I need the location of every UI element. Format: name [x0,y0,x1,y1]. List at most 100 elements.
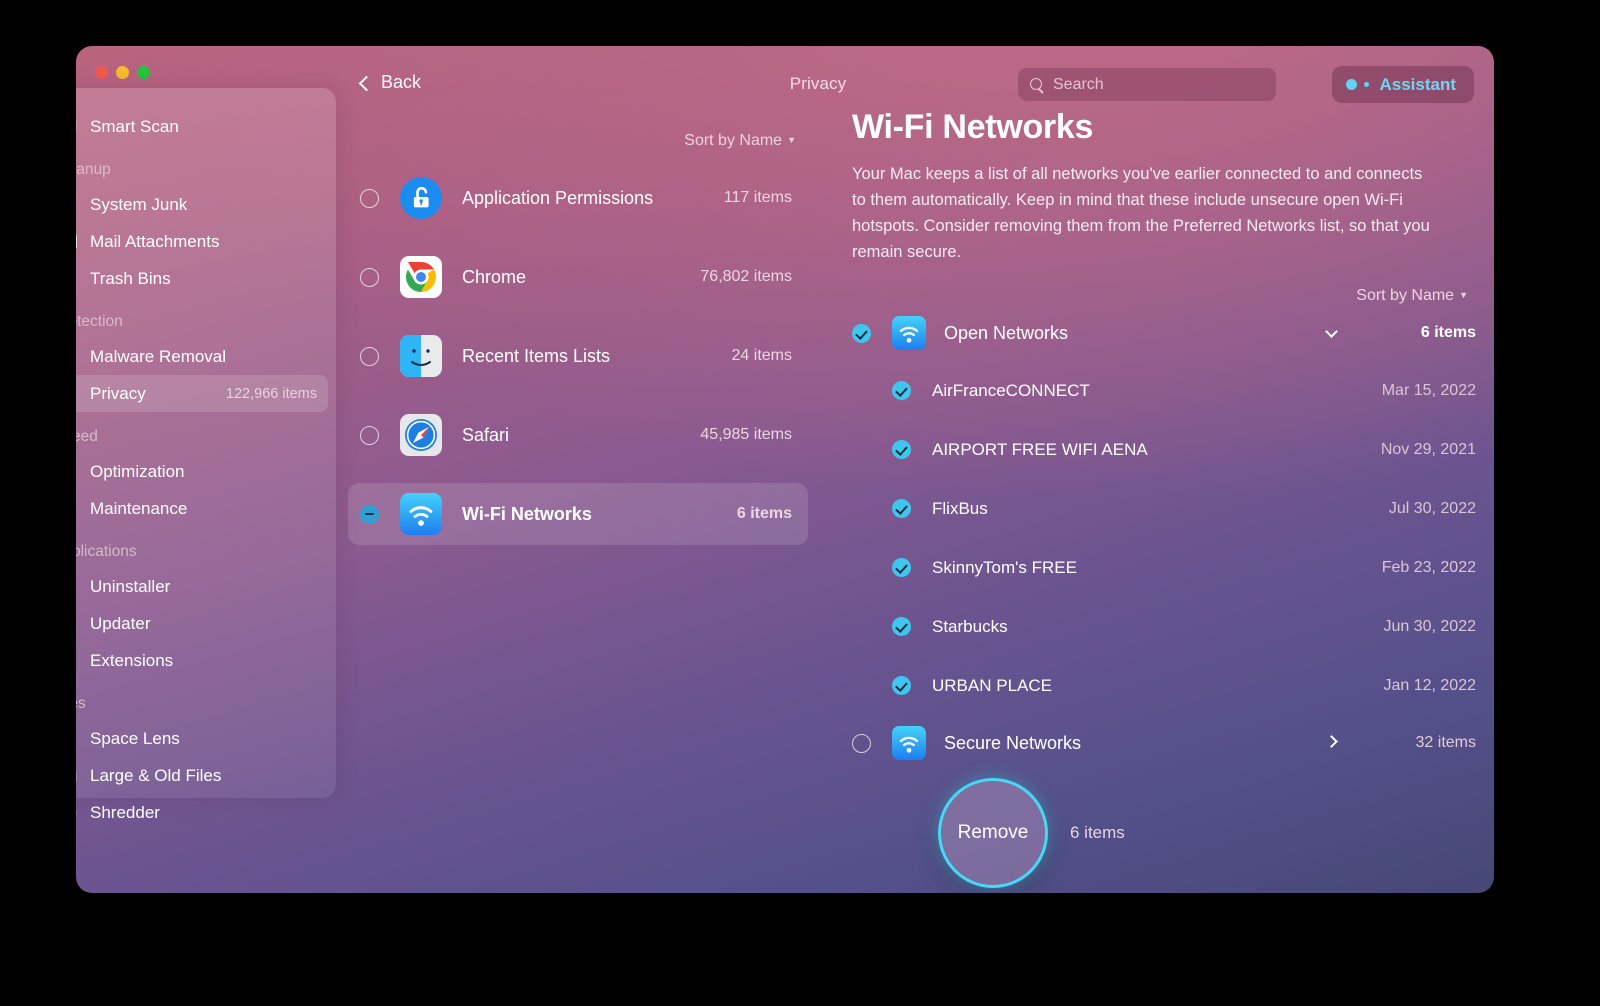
sidebar-item-updater[interactable]: Updater [76,605,328,642]
sidebar-item-trash-bins[interactable]: Trash Bins [76,260,328,297]
sidebar-group-cleanup: Cleanup [76,161,111,178]
network-name: FlixBus [932,498,988,518]
sidebar-item-large-old-files[interactable]: Large & Old Files [76,757,328,794]
sidebar-item-uninstaller[interactable]: Uninstaller [76,568,328,605]
sidebar-item-label: Privacy [90,383,146,403]
network-date: Jul 30, 2022 [1388,499,1476,517]
sidebar-item-privacy[interactable]: Privacy 122,966 items [76,375,328,412]
remove-button[interactable]: Remove [938,778,1048,888]
wifi-icon [892,316,926,350]
network-date: Nov 29, 2021 [1380,440,1476,458]
red-hand-icon [76,382,79,406]
remove-label: Remove [957,822,1029,843]
sidebar-item-space-lens[interactable]: Space Lens [76,720,328,757]
sidebar-item-mail-attachments[interactable]: Mail Attachments [76,223,328,260]
group-count: 32 items [1415,734,1476,751]
sidebar-item-smart-scan[interactable]: Smart Scan [76,108,328,145]
list-item-count: 76,802 items [700,268,792,285]
sidebar-item-optimization[interactable]: Optimization [76,453,328,490]
search-placeholder: Search [1053,75,1104,93]
network-checkbox[interactable] [892,440,911,459]
sidebar-group-speed: Speed [76,428,98,445]
row-checkbox[interactable] [360,425,379,445]
network-row[interactable]: Starbucks Jun 30, 2022 [852,597,1476,656]
biohazard-icon [76,345,79,369]
row-checkbox[interactable] [360,188,379,208]
chevron-down-icon[interactable] [1325,325,1340,340]
sidebar-item-label: Updater [90,613,151,633]
row-checkbox[interactable] [360,267,379,287]
sidebar-item-label: System Junk [90,194,188,214]
monitor-scan-icon [76,115,79,139]
middle-sort-control[interactable]: Sort by Name ▼ [348,132,808,150]
sidebar-item-system-junk[interactable]: System Junk [76,186,328,223]
detail-sort-control[interactable]: Sort by Name ▼ [852,287,1476,305]
search-icon [1030,78,1043,91]
row-checkbox-indeterminate[interactable] [360,504,379,524]
screenshot-stage: Back Privacy Search Assistant Smart Scan [0,0,1600,1006]
sidebar-item-shredder[interactable]: Shredder [76,794,328,831]
assistant-label: Assistant [1379,74,1456,94]
sidebar-item-label: Extensions [90,650,174,670]
sidebar-item-label: Optimization [90,461,185,481]
network-checkbox[interactable] [892,617,911,636]
envelope-icon [76,230,79,254]
group-checkbox-checked[interactable] [852,323,871,343]
wrench-icon [76,497,79,521]
network-row[interactable]: URBAN PLACE Jan 12, 2022 [852,656,1476,715]
network-row[interactable]: AIRPORT FREE WIFI AENA Nov 29, 2021 [852,420,1476,479]
sidebar-item-label: Trash Bins [90,268,171,288]
group-row-secure-networks[interactable]: Secure Networks 32 items [852,715,1476,771]
shredder-icon [76,801,79,825]
list-item-label: Application Permissions [462,187,654,208]
middle-sort-label: Sort by Name [684,132,783,149]
folder-icon [76,764,79,788]
sidebar-item-label: Malware Removal [90,346,227,366]
list-item[interactable]: Recent Items Lists 24 items [348,325,808,387]
network-checkbox[interactable] [892,381,911,400]
sidebar-item-label: Large & Old Files [90,765,222,785]
sidebar: Smart Scan Cleanup System Junk Mail Atta… [76,88,336,822]
list-item-count: 24 items [731,347,792,364]
assistant-dot-large-icon [1346,79,1358,90]
network-checkbox[interactable] [892,676,911,695]
update-arrow-icon [76,612,79,636]
detail-description: Your Mac keeps a list of all networks yo… [852,165,1430,261]
group-checkbox-unchecked[interactable] [852,733,871,753]
list-item-label: Wi-Fi Networks [462,503,592,524]
list-item[interactable]: Chrome 76,802 items [348,246,808,308]
group-row-open-networks[interactable]: Open Networks 6 items [852,305,1476,361]
list-item-count: 117 items [723,189,792,206]
row-checkbox[interactable] [360,346,379,366]
trash-bin-icon [76,267,79,291]
network-name: Starbucks [932,616,1008,636]
network-checkbox[interactable] [892,558,911,577]
sidebar-group-protection: Protection [76,313,123,330]
sidebar-group-applications: Applications [76,543,137,560]
network-row[interactable]: AirFranceCONNECT Mar 15, 2022 [852,361,1476,420]
network-name: SkinnyTom's FREE [932,557,1077,577]
list-item[interactable]: Safari 45,985 items [348,404,808,466]
network-date: Feb 23, 2022 [1381,558,1476,576]
list-item-count: 45,985 items [700,426,792,443]
list-item[interactable]: Application Permissions 117 items [348,167,808,229]
network-date: Mar 15, 2022 [1381,381,1476,399]
network-row[interactable]: SkinnyTom's FREE Feb 23, 2022 [852,538,1476,597]
network-row[interactable]: FlixBus Jul 30, 2022 [852,479,1476,538]
app-molecule-icon [76,575,79,599]
sliders-icon [76,460,79,484]
chevron-right-icon[interactable] [1325,735,1340,750]
assistant-button[interactable]: Assistant [1332,66,1474,103]
detail-panel: Wi-Fi Networks Your Mac keeps a list of … [852,108,1476,771]
search-input[interactable]: Search [1018,68,1276,101]
unlock-blue-icon [400,177,442,219]
network-name: AIRPORT FREE WIFI AENA [932,439,1148,459]
network-checkbox[interactable] [892,499,911,518]
safari-icon [400,414,442,456]
close-button[interactable] [95,66,108,79]
selected-count: 6 items [1070,823,1125,842]
sidebar-item-malware-removal[interactable]: Malware Removal [76,338,328,375]
list-item-wifi-networks[interactable]: Wi-Fi Networks 6 items [348,483,808,545]
sidebar-item-maintenance[interactable]: Maintenance [76,490,328,527]
sidebar-item-extensions[interactable]: Extensions [76,642,328,679]
